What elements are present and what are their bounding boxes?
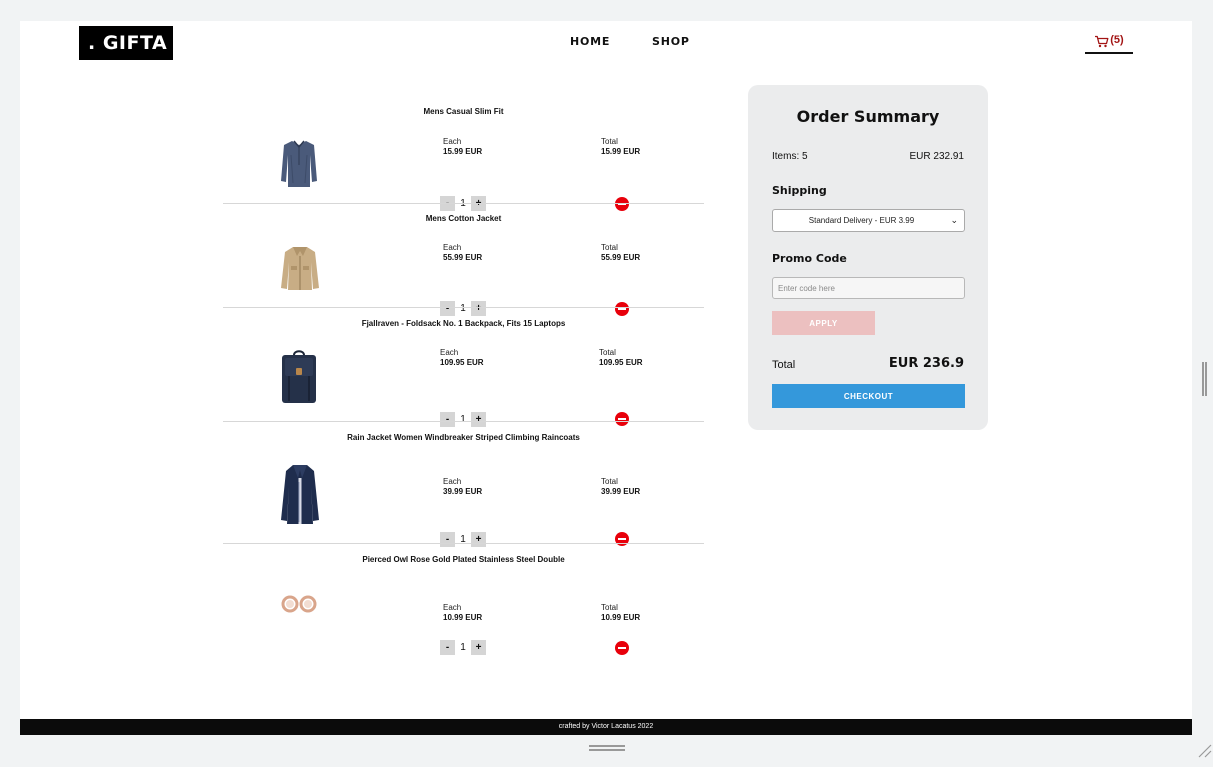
- quantity-stepper: - 1 +: [440, 412, 486, 427]
- logo[interactable]: . GIFTA: [79, 26, 173, 60]
- page-frame: . GIFTA HOME SHOP (5) Mens Casual Slim F…: [20, 21, 1192, 735]
- footer: crafted by Victor Lacatus 2022: [20, 719, 1192, 735]
- checkout-button[interactable]: CHECKOUT: [772, 384, 965, 408]
- each-price: Each 10.99 EUR: [443, 603, 482, 623]
- total-value: 15.99 EUR: [601, 147, 641, 156]
- divider: [223, 543, 704, 544]
- total-price: Total 109.95 EUR: [599, 348, 643, 368]
- each-value: 39.99 EUR: [443, 487, 483, 496]
- total-label: Total: [601, 477, 618, 486]
- backpack-image: [282, 350, 316, 403]
- increase-button[interactable]: +: [471, 532, 486, 547]
- each-price: Each 39.99 EUR: [443, 477, 482, 497]
- cart-item: Fjallraven - Foldsack No. 1 Backpack, Fi…: [223, 319, 704, 427]
- total-value: 109.95 EUR: [599, 358, 643, 367]
- quantity-value: 1: [460, 303, 466, 314]
- total-value: 39.99 EUR: [601, 487, 641, 496]
- decrease-button[interactable]: -: [440, 412, 455, 427]
- total-price: Total 10.99 EUR: [601, 603, 640, 623]
- remove-icon[interactable]: [615, 197, 629, 211]
- total-price: Total 15.99 EUR: [601, 137, 640, 157]
- cart-item: Mens Cotton Jacket Each 55.99 EUR Total …: [223, 214, 704, 316]
- remove-icon[interactable]: [615, 302, 629, 316]
- promo-code-input[interactable]: [772, 277, 965, 299]
- bottom-resize-handle[interactable]: [589, 745, 625, 751]
- raincoat-image: [281, 465, 319, 524]
- cart-button[interactable]: (5): [1085, 34, 1133, 54]
- each-label: Each: [440, 348, 459, 357]
- summary-title: Order Summary: [796, 107, 940, 126]
- each-price: Each 55.99 EUR: [443, 243, 482, 263]
- item-title: Pierced Owl Rose Gold Plated Stainless S…: [362, 555, 565, 564]
- decrease-button[interactable]: -: [440, 301, 455, 316]
- each-label: Each: [443, 243, 462, 252]
- cart-icon: [1095, 35, 1109, 48]
- shipping-select[interactable]: Standard Delivery - EUR 3.99 ⌄: [772, 209, 965, 232]
- each-label: Each: [443, 603, 462, 612]
- cart-item: Pierced Owl Rose Gold Plated Stainless S…: [223, 555, 704, 655]
- each-value: 109.95 EUR: [440, 358, 484, 367]
- cart-item: Mens Casual Slim Fit Each 15.99 EUR Tota…: [223, 107, 704, 211]
- divider: [223, 203, 704, 204]
- divider: [223, 421, 704, 422]
- chevron-down-icon: ⌄: [950, 215, 958, 225]
- quantity-stepper: - 1 +: [440, 301, 486, 316]
- items-count: Items: 5: [772, 151, 808, 162]
- total-label: Total: [601, 243, 618, 252]
- item-title: Mens Cotton Jacket: [425, 214, 502, 223]
- cart-item: Rain Jacket Women Windbreaker Striped Cl…: [223, 433, 704, 547]
- each-label: Each: [443, 137, 462, 146]
- total-value: 55.99 EUR: [601, 253, 641, 262]
- each-label: Each: [443, 477, 462, 486]
- apply-button[interactable]: APPLY: [772, 311, 875, 335]
- divider: [223, 307, 704, 308]
- promo-label: Promo Code: [772, 252, 847, 265]
- side-resize-handle[interactable]: [1202, 362, 1207, 396]
- increase-button[interactable]: +: [471, 640, 486, 655]
- quantity-value: 1: [460, 642, 466, 653]
- nav-home-link[interactable]: HOME: [570, 35, 610, 48]
- nav-shop-link[interactable]: SHOP: [652, 35, 690, 48]
- increase-button[interactable]: +: [471, 412, 486, 427]
- item-title: Fjallraven - Foldsack No. 1 Backpack, Fi…: [361, 319, 566, 328]
- remove-icon[interactable]: [615, 641, 629, 655]
- total-label: Total: [772, 359, 796, 371]
- decrease-button[interactable]: -: [440, 532, 455, 547]
- quantity-stepper: - 1 +: [440, 532, 486, 547]
- shirt-image: [281, 140, 317, 187]
- each-value: 15.99 EUR: [443, 147, 483, 156]
- quantity-value: 1: [460, 414, 466, 425]
- each-price: Each 109.95 EUR: [440, 348, 484, 368]
- jacket-image: [281, 247, 319, 290]
- total-label: Total: [601, 603, 618, 612]
- item-title: Mens Casual Slim Fit: [423, 107, 504, 116]
- total-value: 10.99 EUR: [601, 613, 641, 622]
- items-subtotal: EUR 232.91: [909, 151, 964, 162]
- quantity-stepper: - 1 +: [440, 640, 486, 655]
- total-label: Total: [599, 348, 616, 357]
- total-label: Total: [601, 137, 618, 146]
- total-price: Total 55.99 EUR: [601, 243, 640, 263]
- item-title: Rain Jacket Women Windbreaker Striped Cl…: [347, 433, 580, 442]
- resize-grip-icon[interactable]: [1196, 742, 1212, 758]
- decrease-button[interactable]: -: [440, 640, 455, 655]
- each-value: 10.99 EUR: [443, 613, 483, 622]
- earrings-image: [281, 595, 317, 613]
- total-price: Total 39.99 EUR: [601, 477, 640, 497]
- remove-icon[interactable]: [615, 412, 629, 426]
- order-summary: Order Summary Items: 5 EUR 232.91 Shippi…: [748, 85, 988, 430]
- increase-button[interactable]: +: [471, 301, 486, 316]
- order-total: EUR 236.9: [888, 356, 964, 371]
- each-value: 55.99 EUR: [443, 253, 483, 262]
- shipping-selected: Standard Delivery - EUR 3.99: [808, 216, 915, 225]
- cart-count: (5): [1110, 34, 1124, 46]
- shipping-label: Shipping: [772, 184, 827, 197]
- each-price: Each 15.99 EUR: [443, 137, 482, 157]
